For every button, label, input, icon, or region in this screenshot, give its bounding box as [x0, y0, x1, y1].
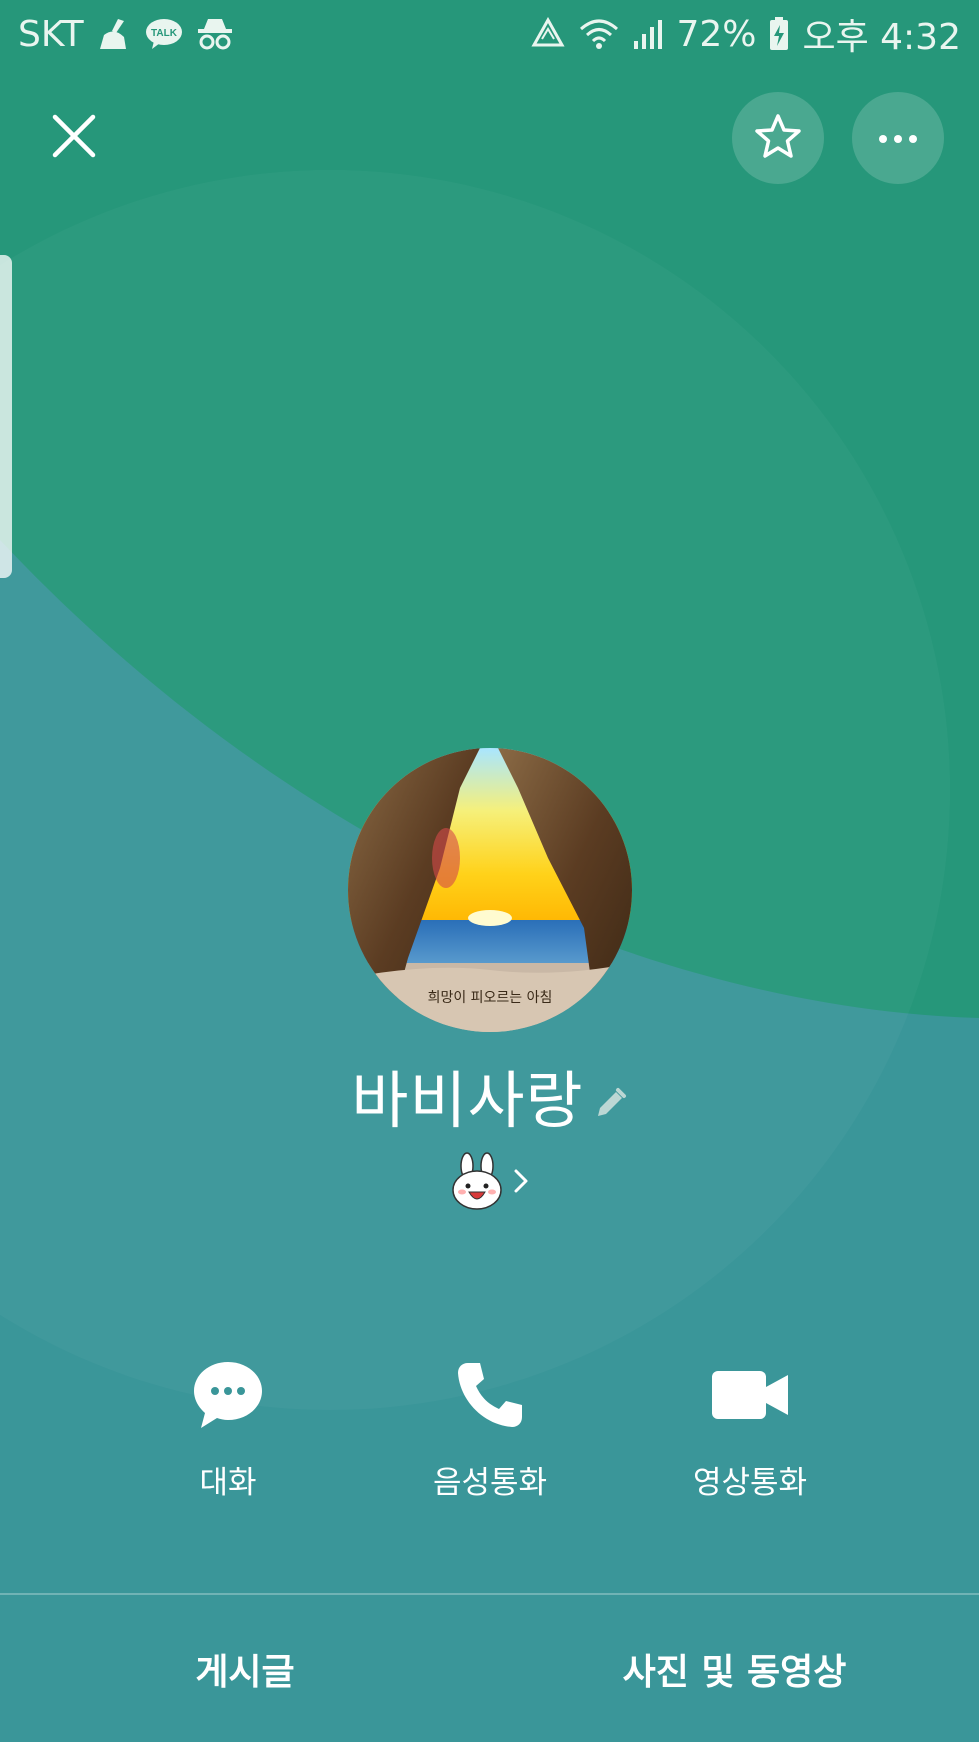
tab-divider — [0, 1593, 979, 1595]
profile-avatar[interactable]: 희망이 피오르는 아침 — [348, 748, 632, 1032]
status-message-link[interactable] — [0, 1152, 979, 1214]
edge-panel-handle[interactable] — [0, 255, 12, 578]
video-camera-icon — [710, 1355, 790, 1435]
star-icon — [754, 113, 802, 163]
status-bar: SKT TALK 72% 오후 4:32 — [0, 0, 979, 68]
kakaotalk-icon: TALK — [144, 17, 184, 51]
bunny-emoticon-icon — [449, 1152, 505, 1214]
video-call-button[interactable]: 영상통화 — [650, 1355, 850, 1502]
close-icon — [51, 113, 97, 163]
profile-name-row: 바비사랑 — [0, 1050, 979, 1140]
clock: 오후 4:32 — [802, 17, 961, 58]
tab-photos-videos[interactable]: 사진 및 동영상 — [490, 1596, 979, 1742]
broom-icon — [96, 17, 132, 51]
profile-tabs: 게시글 사진 및 동영상 — [0, 1596, 979, 1742]
chat-label: 대화 — [199, 1465, 257, 1501]
profile-name: 바비사랑 — [351, 1064, 584, 1137]
signal-icon — [632, 17, 664, 51]
incognito-icon — [196, 17, 234, 51]
more-dots-icon — [878, 129, 918, 148]
battery-percent: 72% — [676, 13, 757, 55]
wifi-icon — [578, 17, 620, 51]
favorite-button[interactable] — [732, 92, 824, 184]
profile-actions: 대화 음성통화 영상통화 — [0, 1355, 979, 1505]
close-button[interactable] — [32, 102, 116, 174]
chat-button[interactable]: 대화 — [128, 1355, 328, 1502]
phone-icon — [454, 1355, 526, 1435]
profile-top-bar — [0, 90, 979, 186]
carrier-label: SKT — [18, 13, 84, 55]
video-call-label: 영상통화 — [692, 1465, 808, 1501]
svg-text:희망이 피오르는 아침: 희망이 피오르는 아침 — [428, 990, 553, 1006]
chat-bubble-icon — [192, 1355, 264, 1435]
tab-posts[interactable]: 게시글 — [0, 1596, 490, 1742]
voice-call-label: 음성통화 — [432, 1465, 548, 1501]
battery-charging-icon — [768, 16, 790, 52]
data-saver-icon — [530, 17, 566, 51]
svg-text:TALK: TALK — [151, 28, 178, 39]
chevron-right-icon — [511, 1166, 531, 1200]
voice-call-button[interactable]: 음성통화 — [390, 1355, 590, 1502]
more-options-button[interactable] — [852, 92, 944, 184]
pencil-icon[interactable] — [592, 1086, 628, 1122]
